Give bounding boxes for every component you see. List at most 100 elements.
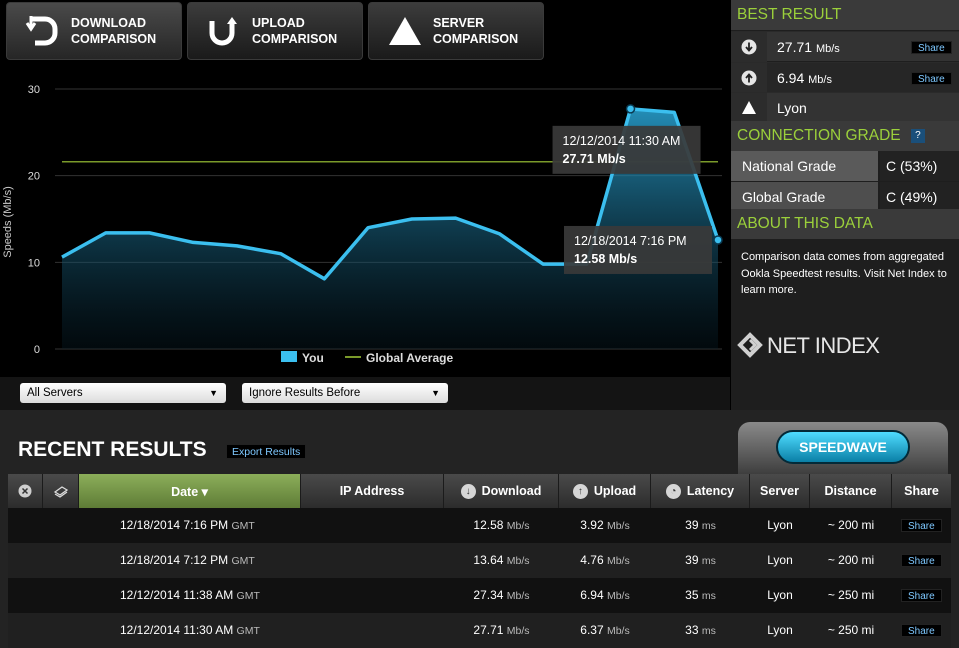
row-latency: 33 ms (685, 623, 716, 637)
tab-upload-comparison[interactable]: UPLOAD COMPARISON (187, 2, 363, 60)
best-download-value: 27.71 Mb/s (777, 39, 840, 55)
row-download: 27.71 Mb/s (473, 623, 530, 637)
share-upload-button[interactable]: Share (911, 72, 952, 85)
table-row[interactable]: 12/12/2014 11:38 AM GMT 27.34 Mb/s 6.94 Mb… (8, 578, 951, 613)
row-server: Lyon (767, 588, 793, 602)
best-server-value: Lyon (777, 100, 807, 116)
row-download: 27.34 Mb/s (473, 588, 530, 602)
table-row[interactable]: 12/12/2014 11:30 AM GMT 27.71 Mb/s 6.37 Mb… (8, 613, 951, 648)
tooltip-value: 12.58 Mb/s (574, 252, 637, 266)
tab-upload-label: UPLOAD COMPARISON (252, 16, 338, 46)
speedwave-button[interactable]: SPEEDWAVE (776, 430, 910, 464)
about-text: Comparison data comes from aggregated Oo… (741, 251, 947, 296)
share-column-header[interactable]: Share (892, 474, 951, 508)
legend-you-swatch (281, 351, 297, 362)
y-tick-label: 10 (28, 257, 40, 269)
row-latency: 35 ms (685, 588, 716, 602)
server-triangle-icon (731, 93, 767, 123)
global-grade-row: Global Grade C (49%) (731, 182, 959, 212)
tooltip-point (713, 235, 723, 245)
tab-server-comparison[interactable]: SERVER COMPARISON (368, 2, 544, 60)
y-axis-label: Speeds (Mb/s) (2, 186, 14, 258)
row-share-button[interactable]: Share (901, 554, 942, 567)
upload-arrow-icon (731, 63, 767, 93)
tab-download-label: DOWNLOAD COMPARISON (71, 16, 157, 46)
best-upload-row: 6.94 Mb/s Share (731, 62, 959, 93)
ignore-results-select[interactable]: Ignore Results Before ▼ (242, 383, 448, 403)
download-column-header[interactable]: ↓ Download (444, 474, 559, 508)
net-index-logo[interactable]: NET INDEX (737, 330, 907, 360)
row-download: 13.64 Mb/s (473, 553, 530, 567)
row-upload: 3.92 Mb/s (580, 518, 630, 532)
table-row[interactable]: 12/18/2014 7:16 PM GMT 12.58 Mb/s 3.92 Mb/… (8, 508, 951, 543)
servers-select[interactable]: All Servers ▼ (20, 383, 226, 403)
legend-global-label: Global Average (366, 351, 453, 365)
share-download-button[interactable]: Share (911, 41, 952, 54)
row-share-button[interactable]: Share (901, 624, 942, 637)
close-icon (18, 484, 32, 498)
dropdown-arrow-icon: ▼ (209, 388, 218, 398)
row-upload: 6.37 Mb/s (580, 623, 630, 637)
global-grade-label: Global Grade (731, 182, 878, 212)
row-server: Lyon (767, 518, 793, 532)
latency-gauge-icon: ◔ (665, 483, 681, 499)
download-arrow-icon (731, 32, 767, 62)
help-icon[interactable]: ? (910, 129, 925, 143)
layers-icon (53, 486, 68, 498)
national-grade-row: National Grade C (53%) (731, 151, 959, 181)
speedtest-results-app: DOWNLOAD COMPARISON UPLOAD COMPARISON SE… (0, 0, 959, 648)
latency-column-header[interactable]: ◔ Latency (651, 474, 750, 508)
table-row[interactable]: 12/18/2014 7:12 PM GMT 13.64 Mb/s 4.76 Mb/… (8, 543, 951, 578)
filter-bar: All Servers ▼ Ignore Results Before ▼ (0, 377, 730, 410)
row-latency: 39 ms (685, 553, 716, 567)
row-latency: 39 ms (685, 518, 716, 532)
connection-grade-header: CONNECTION GRADE ? (731, 121, 959, 151)
server-column-header[interactable]: Server (750, 474, 810, 508)
download-arrow-icon: ↓ (460, 483, 476, 499)
connection-grade-title: CONNECTION GRADE (737, 127, 901, 144)
row-upload: 6.94 Mb/s (580, 588, 630, 602)
tooltip-point (625, 104, 636, 114)
global-grade-value: C (49%) (880, 182, 959, 212)
upload-comparison-icon (206, 13, 242, 49)
summary-panel: BEST RESULT 27.71 Mb/s Share 6.94 Mb/s S… (731, 0, 959, 410)
chart-legend: You Global Average (281, 351, 453, 365)
upload-column-header[interactable]: ↑ Upload (559, 474, 651, 508)
distance-column-header[interactable]: Distance (810, 474, 892, 508)
download-column-label: Download (481, 484, 542, 498)
tooltip-date: 12/12/2014 11:30 AM (563, 134, 681, 148)
y-tick-label: 30 (28, 84, 40, 96)
row-share-button[interactable]: Share (901, 519, 942, 532)
row-date: 12/12/2014 11:38 AM GMT (120, 588, 260, 602)
row-distance: ~ 200 mi (827, 553, 875, 567)
row-distance: ~ 250 mi (827, 623, 875, 637)
row-distance: ~ 250 mi (827, 588, 875, 602)
tooltip-value: 27.71 Mb/s (563, 152, 626, 166)
delete-column-header[interactable] (8, 474, 43, 508)
speed-line-chart: 30 20 10 0 12/12/2014 11:30 AM 27.71 Mb/s 12/… (2, 84, 723, 365)
national-grade-label: National Grade (731, 151, 878, 181)
best-result-title: BEST RESULT (731, 0, 959, 30)
row-server: Lyon (767, 553, 793, 567)
y-tick-label: 0 (34, 344, 40, 356)
row-share-button[interactable]: Share (901, 589, 942, 602)
tab-download-comparison[interactable]: DOWNLOAD COMPARISON (6, 2, 182, 60)
date-column-header[interactable]: Date ▾ (79, 474, 301, 508)
row-server: Lyon (767, 623, 793, 637)
compare-column-header[interactable] (43, 474, 79, 508)
servers-select-value: All Servers (27, 387, 83, 399)
row-upload: 4.76 Mb/s (580, 553, 630, 567)
row-date: 12/12/2014 11:30 AM GMT (120, 623, 260, 637)
dropdown-arrow-icon: ▼ (431, 388, 440, 398)
download-comparison-icon (25, 13, 61, 49)
tooltip-date: 12/18/2014 7:16 PM (574, 234, 687, 248)
latency-column-label: Latency (686, 484, 735, 498)
export-results-button[interactable]: Export Results (226, 444, 307, 459)
best-server-row: Lyon (731, 92, 959, 123)
ip-column-header[interactable]: IP Address (301, 474, 444, 508)
recent-results-title: RECENT RESULTS (18, 438, 207, 461)
ignore-select-value: Ignore Results Before (249, 387, 361, 399)
tab-server-label: SERVER COMPARISON (433, 16, 519, 46)
y-tick-label: 20 (28, 171, 40, 183)
about-title: ABOUT THIS DATA (731, 209, 959, 239)
